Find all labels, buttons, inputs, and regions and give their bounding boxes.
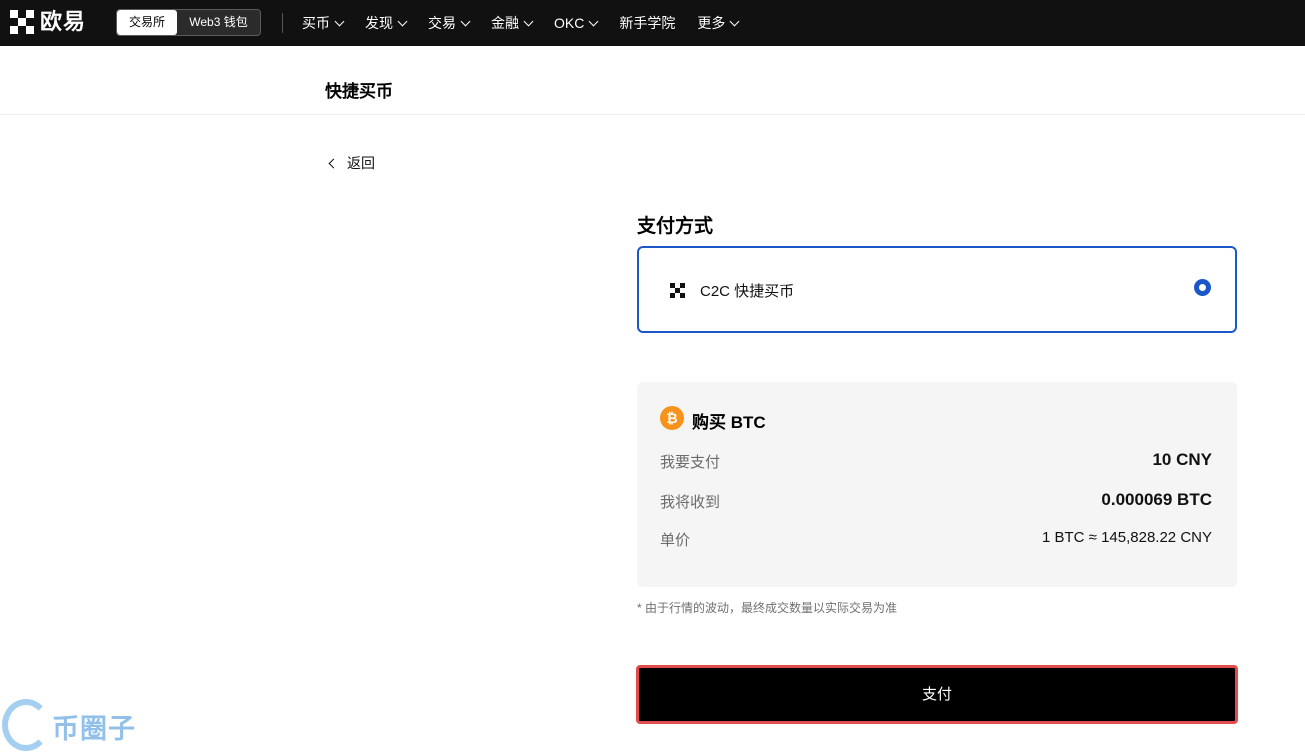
nav-label: 新手学院: [619, 15, 676, 31]
nav-academy[interactable]: 新手学院: [619, 13, 675, 33]
nav-label: 买币: [302, 15, 330, 31]
payment-option-c2c[interactable]: C2C 快捷买币: [637, 246, 1237, 333]
unit-price-value: 1 BTC ≈ 145,828.22 CNY: [1042, 529, 1212, 546]
okx-logo[interactable]: 欧易: [10, 10, 86, 34]
payment-option-label: C2C 快捷买币: [700, 283, 795, 300]
nav-trade[interactable]: 交易: [428, 13, 471, 33]
page-title: 快捷买币: [325, 82, 393, 101]
unit-price-label: 单价: [660, 532, 691, 549]
receive-amount-value: 0.000069 BTC: [1101, 490, 1212, 509]
page-header: 快捷买币: [0, 46, 1305, 115]
nav-finance[interactable]: 金融: [491, 13, 534, 33]
radio-selected[interactable]: [1194, 279, 1211, 296]
tab-exchange[interactable]: 交易所: [117, 10, 177, 35]
nav-label: 金融: [491, 15, 519, 31]
chevron-left-icon: [328, 158, 339, 168]
nav-label: 发现: [365, 15, 393, 31]
tab-web3-wallet[interactable]: Web3 钱包: [177, 10, 260, 35]
disclaimer-note: * 由于行情的波动，最终成交数量以实际交易为准: [637, 601, 898, 615]
pay-amount-label: 我要支付: [660, 454, 721, 471]
main-nav: 买币 发现 交易 金融 OKC 新手学院 更多: [302, 0, 760, 46]
summary-title: 购买 BTC: [692, 413, 766, 432]
watermark-text: 币圈子: [52, 714, 136, 744]
nav-okc[interactable]: OKC: [554, 15, 599, 31]
okx-logo-icon: [10, 10, 34, 34]
chevron-down-icon: [729, 16, 740, 26]
top-navigation-bar: 欧易 交易所 Web3 钱包 买币 发现 交易 金融 OKC 新手学院 更多: [0, 0, 1305, 46]
back-label: 返回: [347, 155, 375, 171]
watermark: 币圈子: [0, 693, 160, 754]
receive-amount-label: 我将收到: [660, 494, 721, 511]
chevron-down-icon: [460, 16, 471, 26]
pay-button[interactable]: 支付: [636, 665, 1238, 724]
chevron-down-icon: [397, 16, 408, 26]
back-link[interactable]: 返回: [327, 153, 375, 173]
okx-icon: [670, 283, 685, 298]
bitcoin-icon: ₿: [660, 406, 684, 430]
chevron-down-icon: [588, 16, 599, 26]
nav-discover[interactable]: 发现: [365, 13, 408, 33]
order-summary-card: ₿ 购买 BTC 我要支付 10 CNY 我将收到 0.000069 BTC 单…: [637, 382, 1237, 587]
mode-switch: 交易所 Web3 钱包: [116, 9, 261, 36]
nav-divider: [282, 13, 283, 33]
pay-amount-value: 10 CNY: [1152, 450, 1212, 469]
chevron-down-icon: [523, 16, 534, 26]
logo-text: 欧易: [40, 9, 87, 34]
nav-buy-crypto[interactable]: 买币: [302, 13, 345, 33]
watermark-logo-icon: [2, 699, 50, 751]
payment-method-title: 支付方式: [637, 216, 714, 237]
nav-more[interactable]: 更多: [697, 13, 740, 33]
nav-label: OKC: [554, 15, 585, 31]
chevron-down-icon: [334, 16, 345, 26]
nav-label: 交易: [428, 15, 456, 31]
nav-label: 更多: [697, 15, 726, 31]
